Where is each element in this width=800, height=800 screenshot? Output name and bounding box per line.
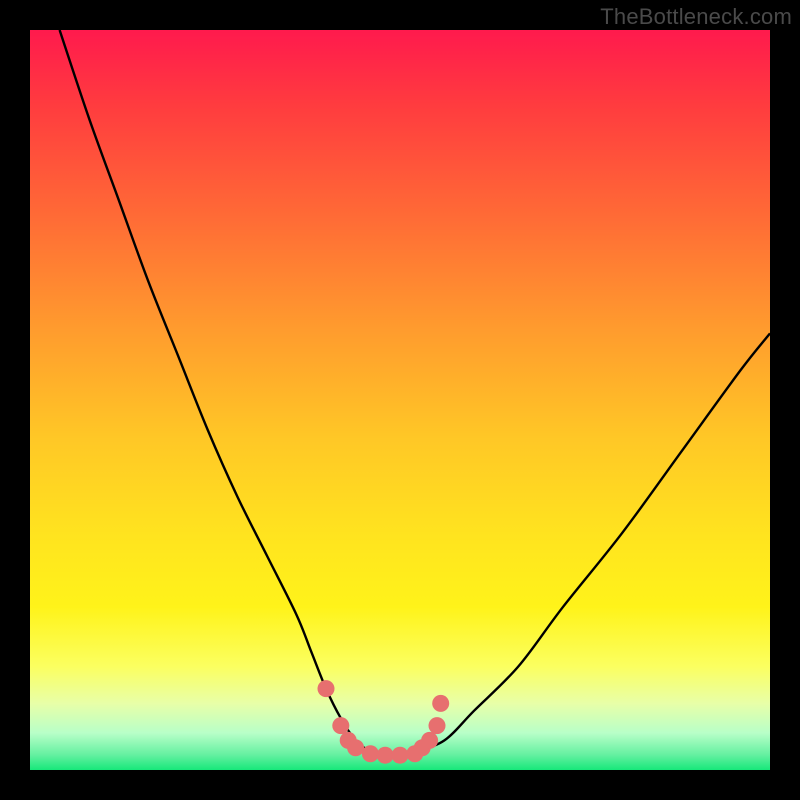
trough-dot — [362, 745, 379, 762]
trough-dot — [432, 695, 449, 712]
curve-layer — [30, 30, 770, 770]
chart-frame: TheBottleneck.com — [0, 0, 800, 800]
trough-dot — [347, 739, 364, 756]
bottleneck-curve — [60, 30, 770, 756]
trough-dot — [429, 717, 446, 734]
trough-dot — [377, 747, 394, 764]
trough-dot-group — [318, 680, 450, 764]
watermark-text: TheBottleneck.com — [600, 4, 792, 30]
trough-dot — [318, 680, 335, 697]
trough-dot — [421, 732, 438, 749]
plot-area — [30, 30, 770, 770]
trough-dot — [332, 717, 349, 734]
trough-dot — [392, 747, 409, 764]
